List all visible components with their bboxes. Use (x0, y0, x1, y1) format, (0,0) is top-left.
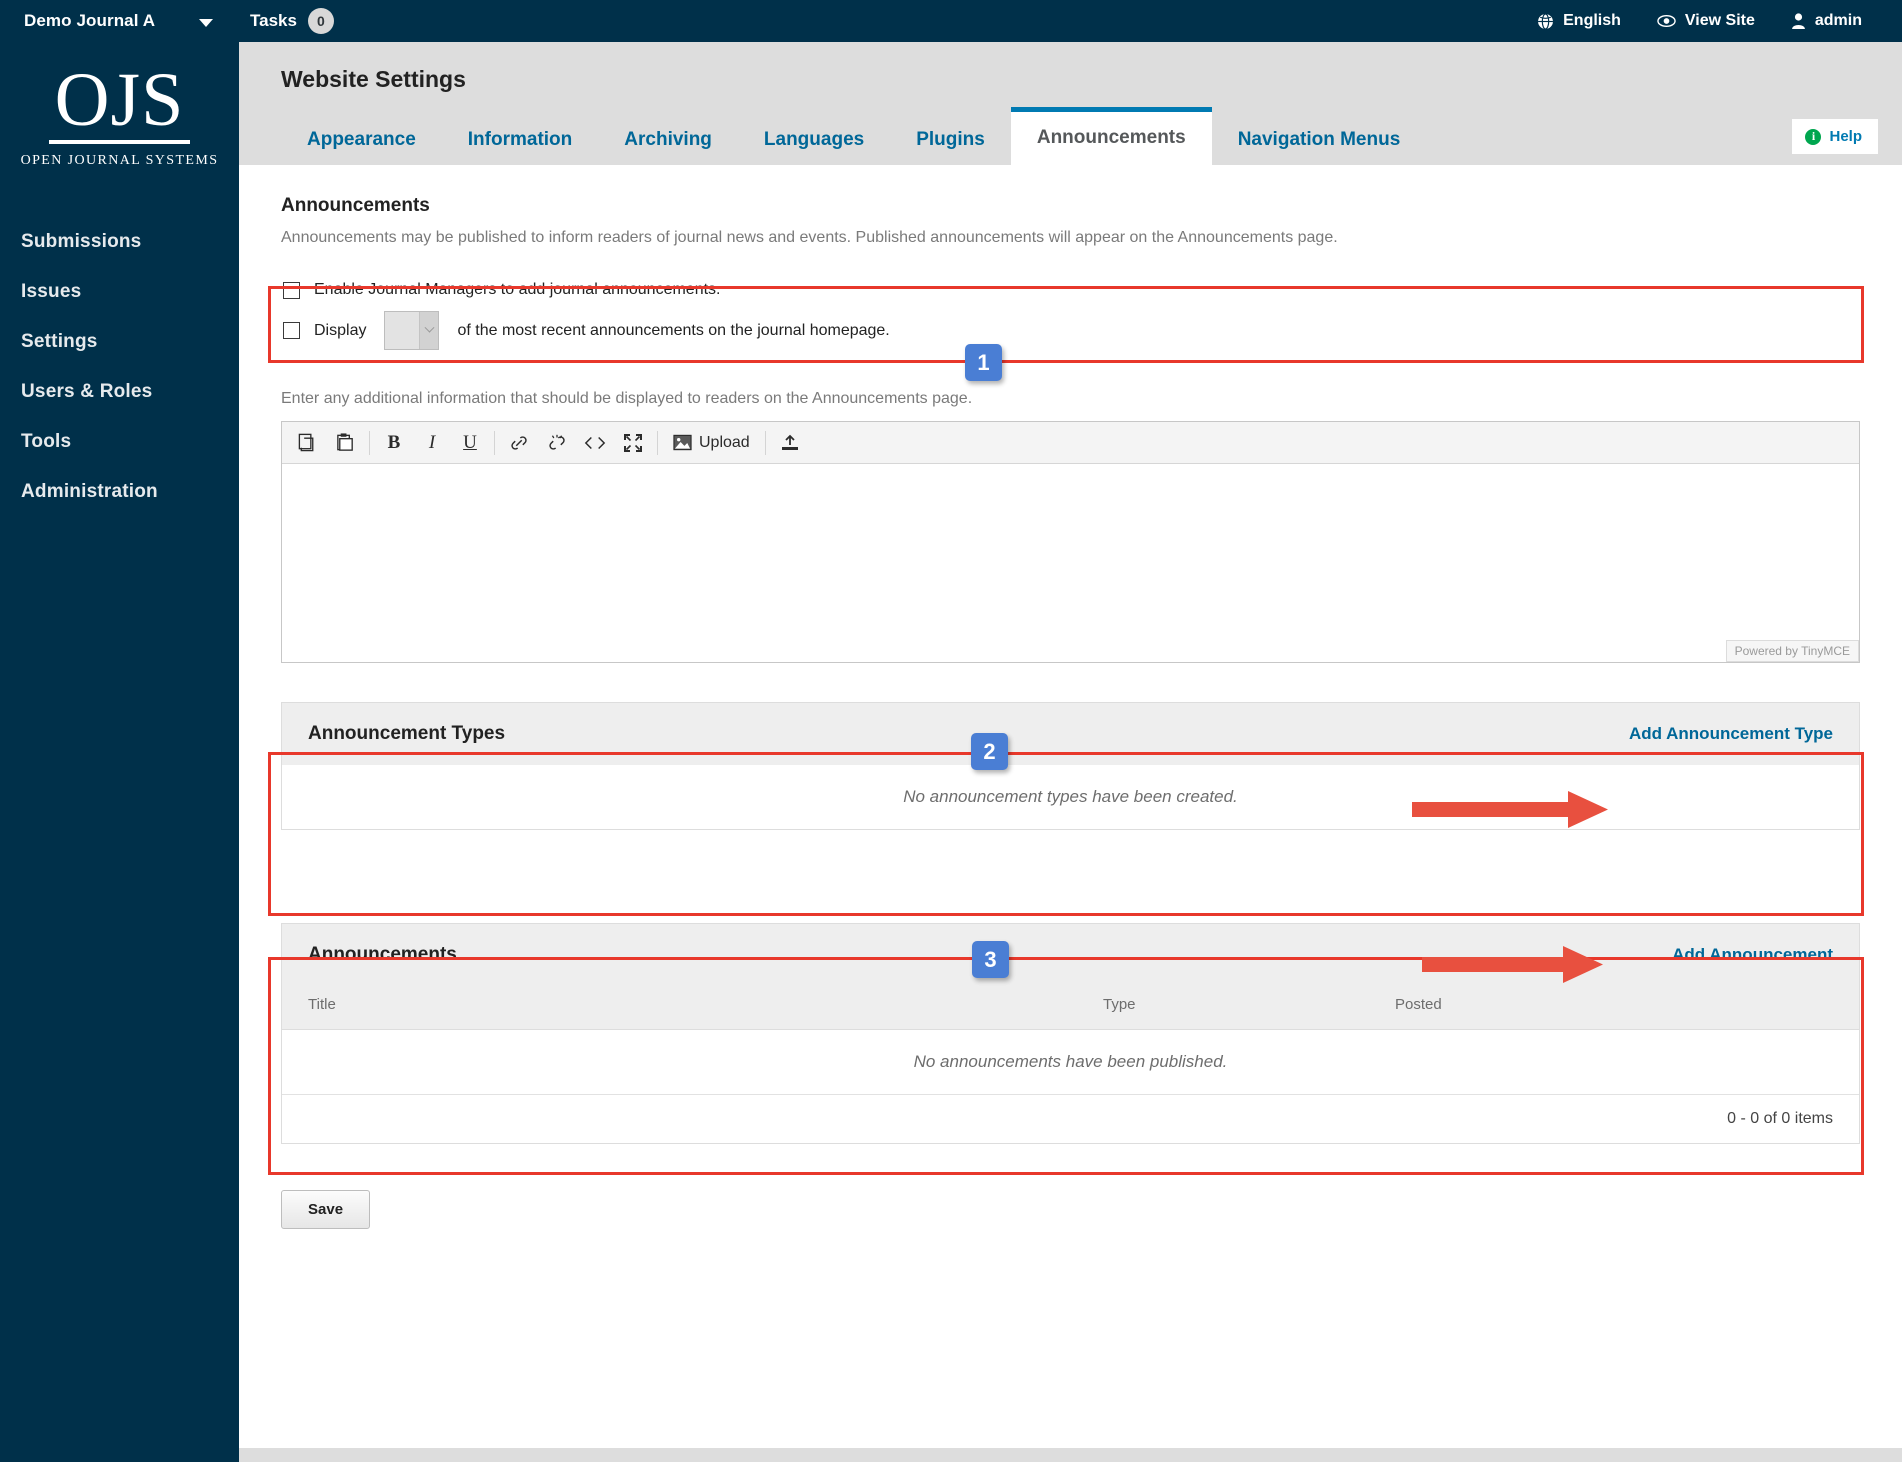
ojs-logo-subtitle: OPEN JOURNAL SYSTEMS (20, 153, 219, 169)
column-header-title: Title (308, 996, 336, 1014)
add-announcement-type-button[interactable]: Add Announcement Type (1629, 724, 1833, 744)
announcements-pagination: 0 - 0 of 0 items (282, 1094, 1859, 1143)
announcement-types-panel: Announcement Types Add Announcement Type… (281, 702, 1860, 831)
announcements-list-header: Announcements Add Announcement (282, 924, 1859, 987)
image-icon (673, 434, 692, 451)
footer-strip (239, 1448, 1902, 1462)
ojs-logo-letters: OJS (48, 62, 191, 145)
num-announcements-select[interactable] (384, 311, 440, 351)
save-button[interactable]: Save (281, 1190, 371, 1230)
view-site-link[interactable]: View Site (1639, 0, 1773, 42)
form-actions: Save (281, 1144, 1860, 1230)
enable-managers-label: Enable Journal Managers to add journal a… (314, 281, 721, 299)
image-upload-label: Upload (699, 433, 750, 451)
sidebar-item-users-roles[interactable]: Users & Roles (0, 367, 239, 417)
display-recent-checkbox[interactable] (283, 322, 300, 340)
journal-name: Demo Journal A (24, 11, 156, 30)
announcements-settings-form: Announcements Announcements may be publi… (239, 165, 1902, 1230)
tab-appearance[interactable]: Appearance (281, 116, 442, 165)
tasks-label: Tasks (250, 11, 297, 30)
section-description: Announcements may be published to inform… (281, 229, 1338, 246)
user-icon (1791, 13, 1806, 29)
rich-text-editor: B I U Upload Powered by TinyMCE (281, 421, 1860, 664)
user-menu[interactable]: admin (1773, 0, 1880, 42)
unlink-icon[interactable] (538, 426, 576, 460)
announcement-options-fieldset: Enable Journal Managers to add journal a… (281, 270, 1860, 368)
announcements-empty-message: No announcements have been published. (913, 1052, 1228, 1072)
journal-switcher[interactable]: Demo Journal A (0, 0, 239, 42)
language-label: English (1563, 12, 1621, 29)
tab-announcements[interactable]: Announcements (1010, 107, 1212, 165)
announcement-types-header: Announcement Types Add Announcement Type (282, 703, 1859, 766)
page-title: Website Settings (281, 66, 466, 92)
sidebar-item-administration[interactable]: Administration (0, 467, 239, 517)
image-upload-button[interactable]: Upload (663, 426, 760, 460)
main-content: Website Settings Appearance Information … (239, 42, 1902, 1462)
link-icon[interactable] (500, 426, 538, 460)
view-site-label: View Site (1684, 12, 1755, 29)
paste-icon[interactable] (326, 426, 364, 460)
globe-icon (1537, 12, 1554, 30)
sidebar-nav: Submissions Issues Settings Users & Role… (0, 217, 239, 517)
column-header-type: Type (1103, 996, 1136, 1014)
announcements-list-panel: Announcements Add Announcement Title Typ… (281, 923, 1860, 1145)
help-label: Help (1829, 128, 1862, 145)
sidebar-item-settings[interactable]: Settings (0, 317, 239, 367)
sidebar-item-issues[interactable]: Issues (0, 267, 239, 317)
announcement-types-empty-message: No announcement types have been created. (903, 787, 1238, 807)
tab-archiving[interactable]: Archiving (598, 116, 738, 165)
tab-navigation-menus[interactable]: Navigation Menus (1212, 116, 1427, 165)
tab-information[interactable]: Information (442, 116, 599, 165)
tasks-count-badge: 0 (307, 8, 334, 34)
section-title: Announcements (281, 195, 430, 216)
enable-managers-checkbox[interactable] (283, 281, 300, 299)
editor-helper-text: Enter any additional information that sh… (281, 390, 973, 408)
toolbar-separator (657, 430, 658, 455)
chevron-down-icon (199, 19, 213, 27)
fullscreen-icon[interactable] (614, 426, 652, 460)
announcement-types-title: Announcement Types (308, 723, 506, 745)
editor-toolbar: B I U Upload (282, 422, 1859, 465)
column-header-posted: Posted (1395, 996, 1442, 1014)
page-header: Website Settings Appearance Information … (239, 42, 1902, 165)
settings-tabs: Appearance Information Archiving Languag… (281, 107, 1426, 165)
tab-languages[interactable]: Languages (738, 116, 890, 165)
sidebar: OJS OPEN JOURNAL SYSTEMS Submissions Iss… (0, 0, 239, 1462)
annotation-badge-1: 1 (965, 344, 1002, 381)
display-suffix-label: of the most recent announcements on the … (457, 321, 890, 339)
top-navigation-bar: Demo Journal A Tasks 0 English View Site… (0, 0, 1902, 42)
editor-status-bar: Powered by TinyMCE (1725, 640, 1859, 663)
bold-icon[interactable]: B (375, 426, 413, 460)
sidebar-item-submissions[interactable]: Submissions (0, 217, 239, 267)
toolbar-separator (369, 430, 370, 455)
help-button[interactable]: i Help (1792, 119, 1878, 154)
display-prefix-label: Display (314, 321, 367, 339)
chevron-down-icon (419, 312, 439, 350)
annotation-badge-3: 3 (972, 941, 1009, 978)
user-label: admin (1814, 12, 1862, 29)
language-switcher[interactable]: English (1519, 0, 1639, 42)
copy-icon[interactable] (288, 426, 326, 460)
italic-icon[interactable]: I (413, 426, 451, 460)
tab-plugins[interactable]: Plugins (890, 116, 1011, 165)
underline-icon[interactable]: U (451, 426, 489, 460)
add-file-icon[interactable] (771, 426, 809, 460)
announcements-table-header: Title Type Posted (282, 986, 1859, 1031)
toolbar-separator (764, 430, 766, 455)
tasks-button[interactable]: Tasks 0 (250, 8, 334, 34)
announcements-list-title: Announcements (308, 944, 457, 966)
sidebar-item-tools[interactable]: Tools (0, 417, 239, 467)
add-announcement-button[interactable]: Add Announcement (1672, 945, 1833, 965)
editor-content-area[interactable]: Powered by TinyMCE (282, 464, 1859, 663)
top-right-actions: English View Site admin (1519, 0, 1902, 42)
source-code-icon[interactable] (576, 426, 614, 460)
display-recent-row: Display of the most recent announcements… (281, 307, 1860, 358)
enable-managers-row: Enable Journal Managers to add journal a… (281, 277, 1860, 307)
annotation-badge-2: 2 (971, 733, 1008, 770)
toolbar-separator (494, 430, 495, 455)
eye-icon (1657, 14, 1676, 28)
ojs-logo: OJS OPEN JOURNAL SYSTEMS (0, 42, 239, 195)
info-icon: i (1805, 128, 1822, 145)
